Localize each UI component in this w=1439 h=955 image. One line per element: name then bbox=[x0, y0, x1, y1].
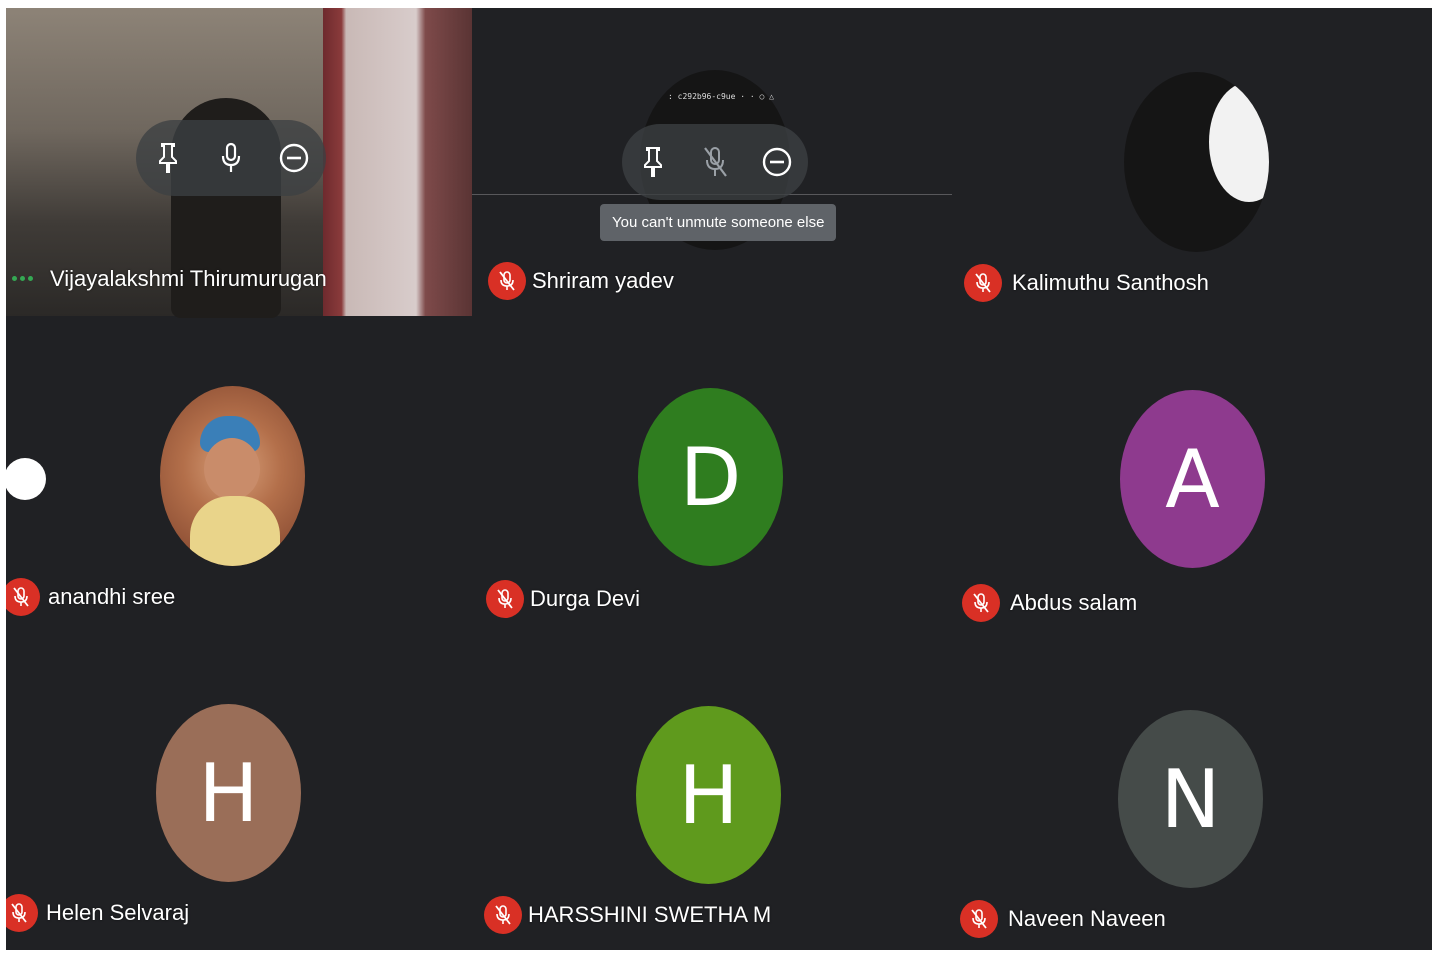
participant-avatar: H bbox=[156, 704, 301, 882]
muted-mic-icon bbox=[484, 896, 522, 934]
speaking-indicator-icon bbox=[12, 276, 33, 281]
participant-name: anandhi sree bbox=[48, 584, 176, 609]
participant-name: Abdus salam bbox=[1010, 590, 1138, 615]
participant-name: Vijayalakshmi Thirumurugan bbox=[50, 266, 327, 291]
muted-mic-icon bbox=[488, 262, 526, 300]
pin-icon[interactable] bbox=[633, 142, 673, 182]
participant-tile-durga[interactable]: D Durga Devi bbox=[472, 324, 952, 634]
participant-tile-naveen[interactable]: N Naveen Naveen bbox=[952, 634, 1432, 950]
participant-tile-abdus[interactable]: A Abdus salam bbox=[952, 324, 1432, 634]
participant-name: Naveen Naveen bbox=[1008, 906, 1166, 931]
meeting-url-text: : c292b96-c9ue · · ○ △ bbox=[668, 92, 774, 101]
participant-avatar bbox=[160, 386, 305, 566]
participant-tile-helen[interactable]: H Helen Selvaraj bbox=[6, 634, 472, 950]
mic-icon[interactable] bbox=[211, 138, 251, 178]
participant-tile-harsshini[interactable]: H HARSSHINI SWETHA M bbox=[472, 634, 952, 950]
participant-avatar: H bbox=[636, 706, 781, 884]
muted-mic-icon bbox=[6, 578, 40, 616]
remove-icon[interactable] bbox=[757, 142, 797, 182]
muted-mic-icon bbox=[964, 264, 1002, 302]
participant-tile-kalimuthu[interactable]: Kalimuthu Santhosh bbox=[952, 8, 1432, 316]
participant-avatar: N bbox=[1118, 710, 1263, 888]
participant-name: Kalimuthu Santhosh bbox=[1012, 270, 1209, 295]
pin-icon[interactable] bbox=[148, 138, 188, 178]
participant-tile-shriram[interactable]: : c292b96-c9ue · · ○ △ You can't unmute … bbox=[472, 8, 952, 316]
participant-name: Helen Selvaraj bbox=[46, 900, 190, 925]
mic-off-icon bbox=[695, 142, 735, 182]
participant-tile-anandhi[interactable]: anandhi sree bbox=[6, 324, 472, 634]
tile-controls bbox=[622, 124, 808, 200]
unmute-tooltip: You can't unmute someone else bbox=[600, 204, 837, 241]
muted-mic-icon bbox=[962, 584, 1000, 622]
muted-mic-icon bbox=[486, 580, 524, 618]
muted-mic-icon bbox=[6, 894, 38, 932]
participant-avatar bbox=[1124, 72, 1269, 252]
participant-name: HARSSHINI SWETHA M bbox=[528, 902, 772, 927]
scroll-handle[interactable] bbox=[4, 458, 46, 500]
participant-tile-vijayalakshmi[interactable]: Vijayalakshmi Thirumurugan bbox=[6, 8, 472, 318]
participant-name: Shriram yadev bbox=[532, 268, 674, 293]
participant-name: Durga Devi bbox=[530, 586, 641, 611]
participant-avatar: A bbox=[1120, 390, 1265, 568]
remove-icon[interactable] bbox=[274, 138, 314, 178]
tile-controls bbox=[136, 120, 326, 196]
muted-mic-icon bbox=[960, 900, 998, 938]
participant-grid: Vijayalakshmi Thirumurugan : c292b96-c9u… bbox=[6, 8, 1432, 950]
participant-avatar: D bbox=[638, 388, 783, 566]
